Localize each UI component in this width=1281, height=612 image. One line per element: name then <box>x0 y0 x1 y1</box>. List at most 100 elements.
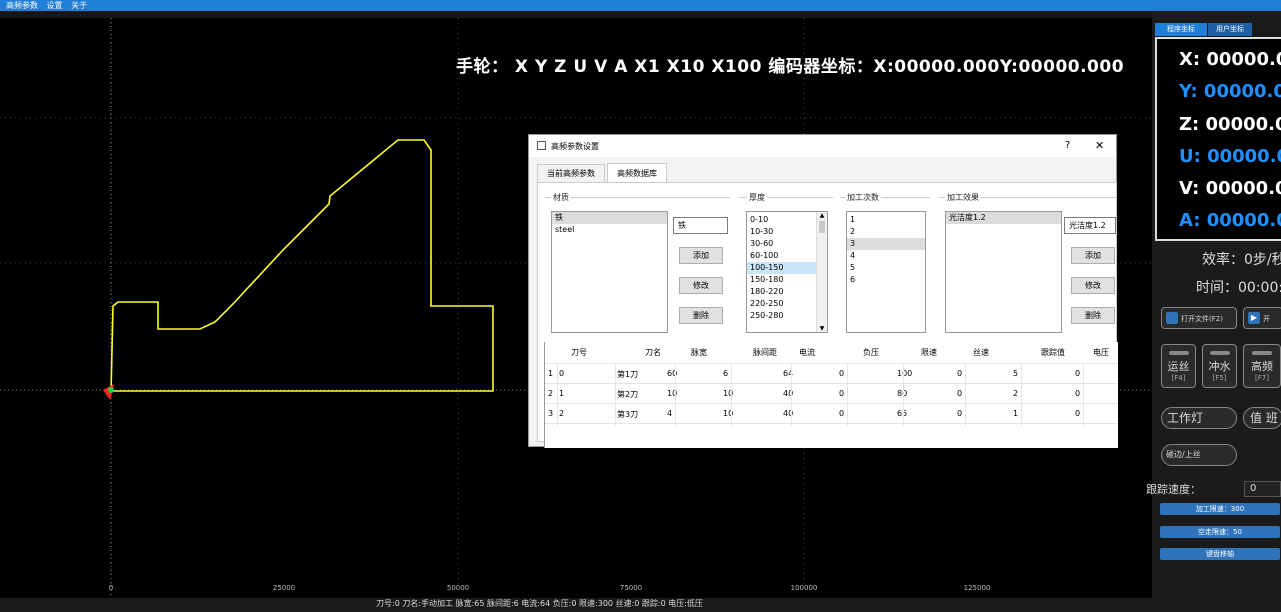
menu-item-about[interactable]: 关于 <box>71 1 87 10</box>
column-divider <box>675 364 676 426</box>
column-header[interactable]: 电流 <box>799 347 815 358</box>
effect-add-button[interactable]: 添加 <box>1071 247 1115 264</box>
efficiency-readout: 效率：0步/秒 <box>1202 252 1281 268</box>
table-cell[interactable]: 0 <box>559 369 564 378</box>
passes-group-title: 加工次数 <box>845 192 881 203</box>
effect-edit-button[interactable]: 修改 <box>1071 277 1115 294</box>
column-header[interactable]: 限速 <box>921 347 937 358</box>
tab-hf-database[interactable]: 高频数据库 <box>607 163 667 182</box>
table-cell[interactable]: 6 <box>723 369 728 378</box>
toggle-wire-run[interactable]: 运丝 [F4] <box>1161 344 1196 388</box>
column-header[interactable]: 刀名 <box>645 347 661 358</box>
list-item[interactable]: 10-30 <box>747 226 827 238</box>
list-item[interactable]: 光洁度1.2 <box>946 212 1061 224</box>
column-header[interactable]: 跟踪值 <box>1041 347 1065 358</box>
table-cell[interactable]: 0 <box>957 389 962 398</box>
tab-user-coords[interactable]: 用户坐标 <box>1208 23 1252 36</box>
effect-delete-button[interactable]: 删除 <box>1071 307 1115 324</box>
toggle-high-freq[interactable]: 高频 [F7] <box>1243 344 1281 388</box>
start-button[interactable]: ▶ 开 <box>1243 307 1281 329</box>
edge-find-button[interactable]: 碰边/上丝 <box>1161 444 1237 466</box>
column-header[interactable]: 脉间距 <box>753 347 777 358</box>
table-cell[interactable]: 第1刀 <box>617 369 638 380</box>
chevron-up-icon[interactable]: ▲ <box>817 212 827 219</box>
thickness-list[interactable]: 0-10 10-30 30-60 60-100 100-150 150-180 … <box>746 211 828 333</box>
column-header[interactable]: 电压 <box>1093 347 1109 358</box>
effect-list[interactable]: 光洁度1.2 <box>945 211 1062 333</box>
material-input[interactable]: 铁 <box>673 217 728 234</box>
table-cell[interactable]: 2 <box>1013 389 1018 398</box>
process-limit-button[interactable]: 加工限速：300 <box>1160 503 1280 515</box>
list-item[interactable]: 180-220 <box>747 286 827 298</box>
list-item[interactable]: 5 <box>847 262 925 274</box>
origin-dot-icon <box>108 387 114 393</box>
list-item[interactable]: 220-250 <box>747 298 827 310</box>
table-cell[interactable]: 0 <box>1075 369 1080 378</box>
folder-icon <box>1166 312 1178 324</box>
keyboard-move-button[interactable]: 键盘移轴 <box>1160 548 1280 560</box>
list-item[interactable]: 60-100 <box>747 250 827 262</box>
list-item[interactable]: 1 <box>847 214 925 226</box>
thickness-scrollbar[interactable]: ▲ ▼ <box>816 212 827 332</box>
list-item[interactable]: 30-60 <box>747 238 827 250</box>
toggle-flush[interactable]: 冲水 [F5] <box>1202 344 1237 388</box>
column-divider <box>731 364 732 426</box>
column-header[interactable]: 脉宽 <box>691 347 707 358</box>
x-tick-label: 0 <box>109 584 113 592</box>
tracking-speed-input[interactable]: 0 <box>1244 481 1281 497</box>
list-item[interactable]: 2 <box>847 226 925 238</box>
coord-v: V: 00000.0 <box>1179 178 1281 199</box>
scroll-thumb[interactable] <box>819 221 825 233</box>
open-file-button[interactable]: 打开文件(F2) <box>1161 307 1237 329</box>
tab-current-params[interactable]: 当前高频参数 <box>537 164 605 182</box>
material-add-button[interactable]: 添加 <box>679 247 723 264</box>
list-item[interactable]: steel <box>552 224 667 236</box>
passes-list[interactable]: 1 2 3 4 5 6 <box>846 211 926 333</box>
list-item[interactable]: 6 <box>847 274 925 286</box>
menu-item-settings[interactable]: 设置 <box>47 1 63 10</box>
list-item[interactable]: 150-180 <box>747 274 827 286</box>
help-icon[interactable]: ? <box>1065 140 1070 151</box>
column-divider <box>615 364 616 426</box>
column-header[interactable]: 丝速 <box>973 347 989 358</box>
table-cell[interactable]: 0 <box>957 369 962 378</box>
column-header[interactable]: 负压 <box>863 347 879 358</box>
table-cell[interactable]: 0 <box>839 389 844 398</box>
menu-item-hf-params[interactable]: 高频参数 <box>6 1 38 10</box>
coord-y: Y: 00000.0 <box>1179 81 1281 102</box>
table-cell[interactable]: 2 <box>559 409 564 418</box>
material-edit-button[interactable]: 修改 <box>679 277 723 294</box>
list-item[interactable]: 100-150 <box>747 262 827 274</box>
chevron-down-icon[interactable]: ▼ <box>817 325 827 332</box>
column-header[interactable]: 刀号 <box>571 347 587 358</box>
table-cell[interactable]: 1 <box>559 389 564 398</box>
close-icon[interactable]: ✕ <box>1095 139 1104 152</box>
hf-table[interactable]: 刀号 刀名 脉宽 脉间距 电流 负压 限速 丝速 跟踪值 电压 1 0 第1刀 60 6 64 0 100 0 5 0 2… <box>544 342 1118 448</box>
table-cell[interactable]: 0 <box>957 409 962 418</box>
table-cell[interactable]: 0 <box>839 369 844 378</box>
table-cell[interactable]: 100 <box>897 369 912 378</box>
coord-a: A: 00000.0 <box>1179 210 1281 231</box>
list-item[interactable]: 3 <box>847 238 925 250</box>
work-light-button[interactable]: 工作灯 <box>1161 407 1237 429</box>
list-item[interactable]: 250-280 <box>747 310 827 322</box>
list-item[interactable]: 4 <box>847 250 925 262</box>
table-cell[interactable]: 1 <box>1013 409 1018 418</box>
coord-x: X: 00000.0 <box>1179 49 1281 70</box>
column-divider <box>903 364 904 426</box>
table-cell[interactable]: 5 <box>1013 369 1018 378</box>
on-duty-button[interactable]: 值 班 <box>1243 407 1281 429</box>
material-list[interactable]: 铁 steel <box>551 211 668 333</box>
effect-input[interactable]: 光洁度1.2 <box>1064 217 1116 234</box>
table-cell[interactable]: 0 <box>839 409 844 418</box>
material-delete-button[interactable]: 删除 <box>679 307 723 324</box>
idle-limit-button[interactable]: 空走限速：50 <box>1160 526 1280 538</box>
table-cell[interactable]: 0 <box>1075 409 1080 418</box>
tab-program-coords[interactable]: 程序坐标 <box>1155 23 1207 36</box>
list-item[interactable]: 铁 <box>552 212 667 224</box>
table-cell[interactable]: 第2刀 <box>617 389 638 400</box>
table-cell[interactable]: 第3刀 <box>617 409 638 420</box>
list-item[interactable]: 0-10 <box>747 214 827 226</box>
table-cell[interactable]: 0 <box>1075 389 1080 398</box>
table-cell[interactable]: 4 <box>667 409 672 418</box>
